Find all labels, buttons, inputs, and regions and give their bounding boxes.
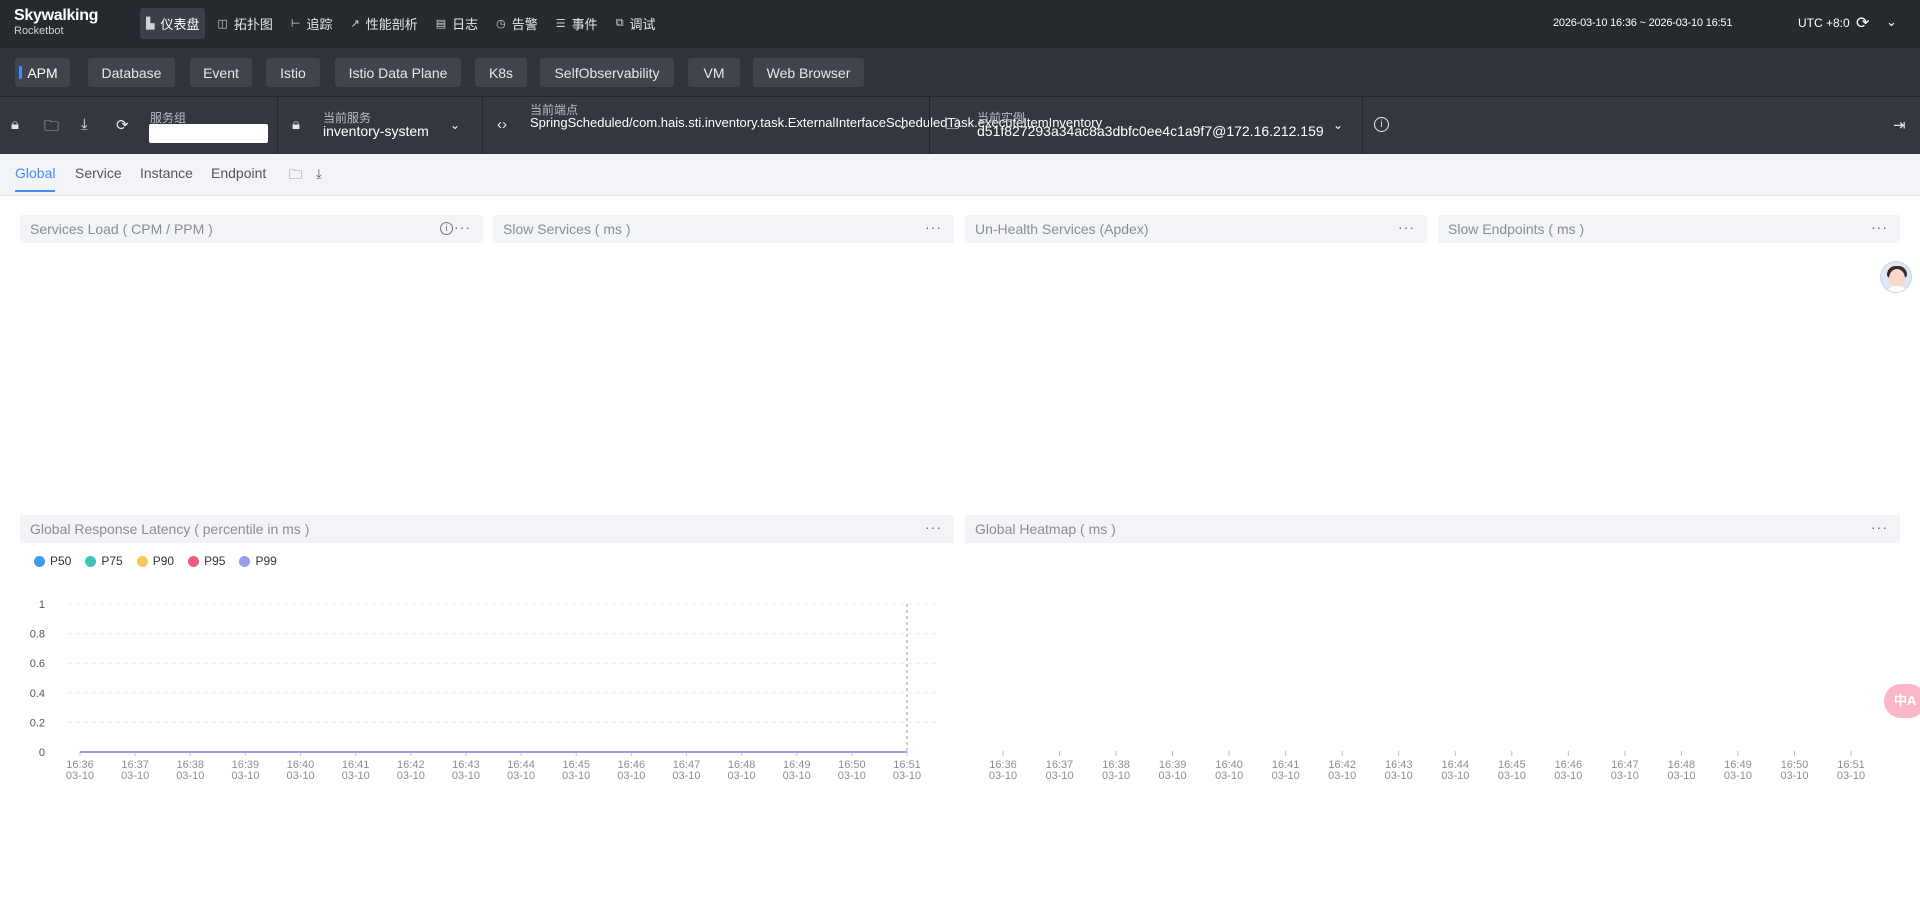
x-tick-label: 03-10 — [1272, 770, 1300, 782]
x-tick-label: 03-10 — [1554, 770, 1582, 782]
x-tick-label: 03-10 — [1780, 770, 1808, 782]
x-tick-label: 03-10 — [1159, 770, 1187, 782]
x-tick-label: 03-10 — [1837, 770, 1865, 782]
x-tick-label: 03-10 — [1498, 770, 1526, 782]
x-tick-label: 03-10 — [1385, 770, 1413, 782]
x-tick-label: 03-10 — [1724, 770, 1752, 782]
assistant-avatar[interactable] — [1880, 261, 1912, 293]
x-tick-label: 03-10 — [1215, 770, 1243, 782]
x-tick-label: 03-10 — [1045, 770, 1073, 782]
x-tick-label: 03-10 — [1667, 770, 1695, 782]
heatmap-chart: 16:3603-1016:3703-1016:3803-1016:3903-10… — [989, 751, 1865, 782]
x-tick-label: 03-10 — [1102, 770, 1130, 782]
x-tick-label: 03-10 — [1441, 770, 1469, 782]
avatar-body — [1887, 286, 1907, 292]
x-tick-label: 03-10 — [989, 770, 1017, 782]
translate-button[interactable]: 中A — [1884, 684, 1920, 718]
x-tick-label: 03-10 — [1611, 770, 1639, 782]
x-tick-label: 03-10 — [1328, 770, 1356, 782]
